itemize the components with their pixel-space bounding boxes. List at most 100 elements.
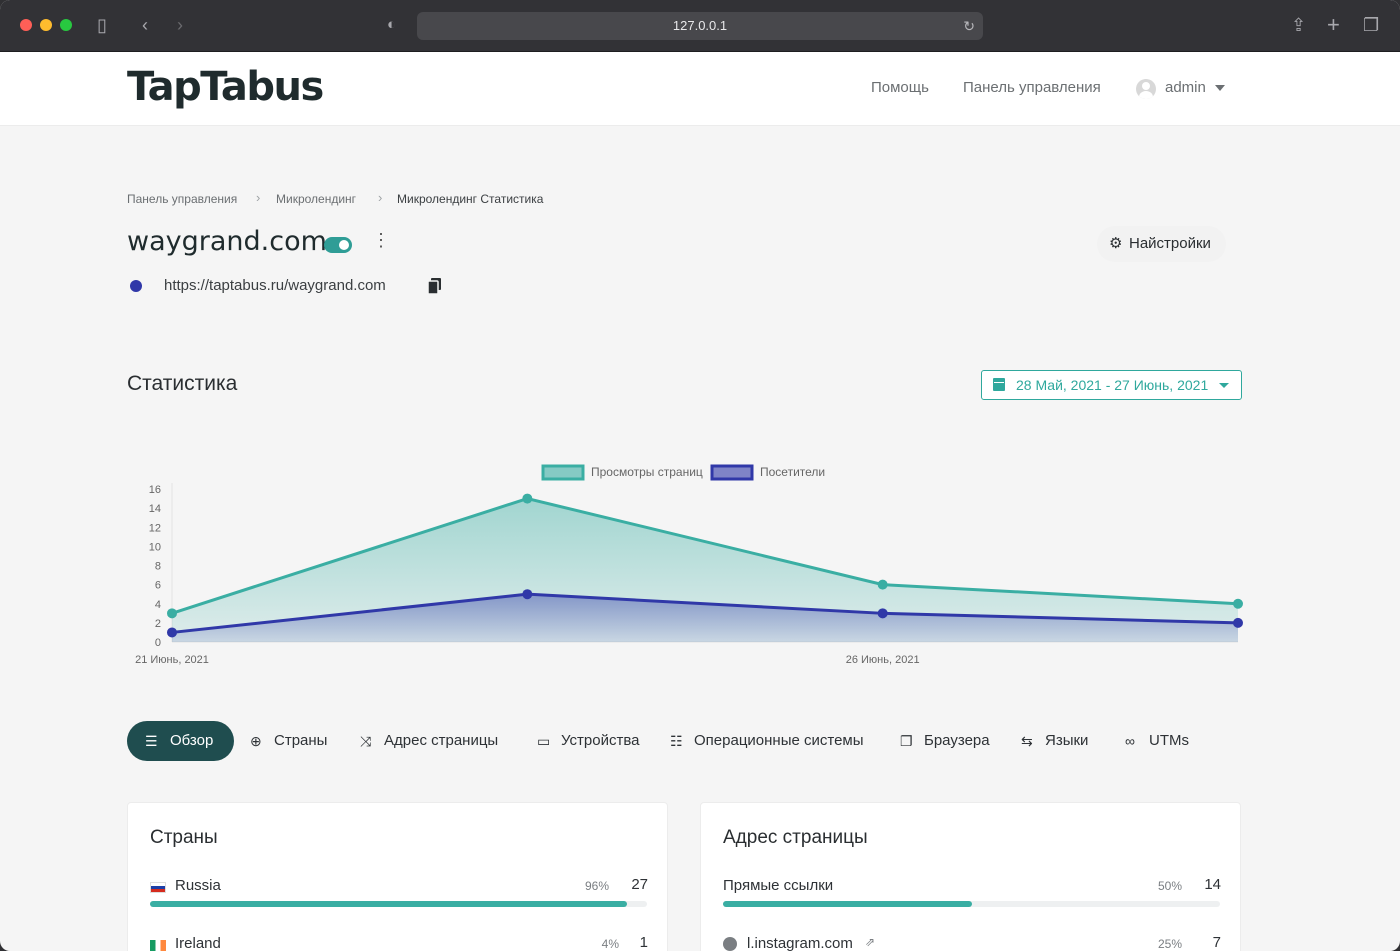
data-point [522, 493, 533, 504]
gear-icon: ⚙ [1109, 235, 1123, 252]
settings-button[interactable]: ⚙ Найстройки [1097, 226, 1226, 262]
nav-dashboard-link[interactable]: Панель управления [963, 79, 1101, 96]
link-icon: ∞ [1125, 733, 1135, 749]
caret-down-icon [1219, 383, 1229, 388]
ireland-flag-icon [150, 940, 166, 951]
avatar[interactable] [1136, 79, 1156, 99]
breadcrumb-dashboard[interactable]: Панель управления [127, 192, 237, 206]
nav-help-link[interactable]: Помощь [871, 79, 929, 96]
country-name: Ireland [175, 935, 221, 951]
breadcrumb-microlanding[interactable]: Микролендинг [276, 192, 356, 206]
legend-swatch [541, 464, 585, 481]
referrers-card: Адрес страницы Прямые ссылки 50% 14 l.in… [700, 802, 1241, 951]
external-link-icon[interactable]: ⇗ [865, 935, 875, 949]
new-tab-icon[interactable]: + [1327, 14, 1340, 36]
date-range-label: 28 Май, 2021 - 27 Июнь, 2021 [1016, 377, 1209, 393]
tab-label: UTMs [1149, 732, 1189, 749]
tab-operating-systems[interactable]: ☷ Операционные системы [670, 721, 864, 761]
y-tick-label: 10 [149, 541, 161, 553]
data-point [877, 608, 888, 619]
stats-heading: Статистика [127, 372, 238, 395]
sidebar-toggle-icon[interactable]: ▯ [97, 14, 107, 36]
referrer-count: 14 [1204, 876, 1221, 893]
progress-track [723, 901, 1220, 907]
logo[interactable]: TapTabus [127, 64, 324, 110]
y-tick-label: 0 [155, 637, 161, 649]
status-dot [130, 280, 142, 292]
tab-devices[interactable]: ▭ Устройства [537, 721, 639, 761]
tab-label: Обзор [170, 732, 214, 749]
tab-referrers[interactable]: ⤨ Адрес страницы [360, 721, 498, 761]
calendar-icon [993, 378, 1005, 391]
progress-fill [150, 901, 628, 907]
legend-swatch [710, 464, 754, 481]
referrer-count: 7 [1212, 934, 1221, 951]
data-point [522, 589, 533, 600]
address-bar[interactable]: 127.0.0.1 ↻ [417, 12, 983, 40]
country-percent: 96% [584, 879, 609, 893]
minimize-window-button[interactable] [40, 19, 52, 31]
copy-icon[interactable] [428, 278, 442, 294]
window-icon: ❐ [900, 733, 913, 749]
data-point [167, 608, 177, 619]
progress-track [150, 901, 647, 907]
share-icon[interactable]: ⇪ [1291, 14, 1306, 36]
tab-label: Страны [274, 732, 328, 749]
tab-label: Операционные системы [694, 732, 864, 749]
y-tick-label: 4 [155, 599, 161, 611]
x-tick-label: 26 Июнь, 2021 [846, 654, 920, 666]
shuffle-icon: ⤨ [360, 733, 372, 749]
language-icon: ⇆ [1021, 733, 1033, 749]
progress-fill [723, 901, 972, 907]
close-window-button[interactable] [20, 19, 32, 31]
card-title: Адрес страницы [723, 827, 868, 848]
site-header: TapTabus Помощь Панель управления admin [0, 52, 1400, 126]
country-percent: 4% [601, 937, 619, 951]
date-range-picker[interactable]: 28 Май, 2021 - 27 Июнь, 2021 [981, 370, 1242, 400]
y-tick-label: 8 [155, 561, 161, 573]
tab-browsers[interactable]: ❐ Браузера [900, 721, 990, 761]
forward-arrow-icon[interactable]: › [177, 14, 183, 36]
globe-icon: ⊕ [250, 733, 262, 749]
referrer-percent: 50% [1157, 879, 1182, 893]
browser-toolbar: ▯ ‹ › ◐ 127.0.0.1 ↻ ⇪ + ❐ [0, 0, 1400, 52]
y-tick-label: 2 [155, 618, 161, 630]
tab-countries[interactable]: ⊕ Страны [250, 721, 327, 761]
y-tick-label: 12 [149, 522, 161, 534]
breadcrumb-current: Микролендинг Статистика [397, 192, 544, 206]
referrer-percent: 25% [1157, 937, 1182, 951]
referrer-name[interactable]: l.instagram.com [747, 935, 853, 951]
data-point [1233, 617, 1243, 628]
data-point [877, 579, 888, 590]
maximize-window-button[interactable] [60, 19, 72, 31]
tab-label: Адрес страницы [384, 732, 499, 749]
chevron-down-icon[interactable] [1215, 85, 1225, 91]
page-url[interactable]: https://taptabus.ru/waygrand.com [164, 277, 386, 294]
card-title: Страны [150, 827, 218, 848]
country-count: 27 [631, 876, 648, 893]
laptop-icon: ▭ [537, 733, 551, 749]
stats-chart: 0 2 4 6 8 10 12 14 16 21 Июнь, 2021 26 Июнь, 2021 П… [135, 464, 1243, 666]
chevron-circle-icon [723, 937, 737, 951]
tab-utms[interactable]: ∞ UTMs [1125, 721, 1189, 761]
countries-card: Страны Russia 96% 27 Ireland 4% 1 [127, 802, 668, 951]
tab-label: Устройства [561, 732, 640, 749]
referrer-name: Прямые ссылки [723, 877, 834, 894]
more-options-icon[interactable]: ⋮ [372, 231, 390, 256]
data-point [1233, 598, 1243, 609]
country-count: 1 [639, 934, 648, 951]
back-arrow-icon[interactable]: ‹ [142, 14, 148, 36]
settings-button-label: Найстройки [1129, 235, 1211, 252]
tab-label: Браузера [924, 732, 990, 749]
x-tick-label: 21 Июнь, 2021 [135, 654, 209, 666]
tab-overview[interactable]: ☰ Обзор [127, 721, 234, 761]
enabled-toggle[interactable] [324, 237, 352, 253]
address-bar-url: 127.0.0.1 [672, 18, 728, 33]
user-menu-name[interactable]: admin [1165, 79, 1206, 96]
russia-flag-icon [150, 882, 166, 893]
legend-label: Просмотры страниц [591, 465, 703, 479]
reload-icon[interactable]: ↻ [963, 12, 975, 40]
shield-icon[interactable]: ◐ [387, 14, 396, 36]
tab-languages[interactable]: ⇆ Языки [1021, 721, 1088, 761]
tabs-overview-icon[interactable]: ❐ [1363, 14, 1379, 36]
